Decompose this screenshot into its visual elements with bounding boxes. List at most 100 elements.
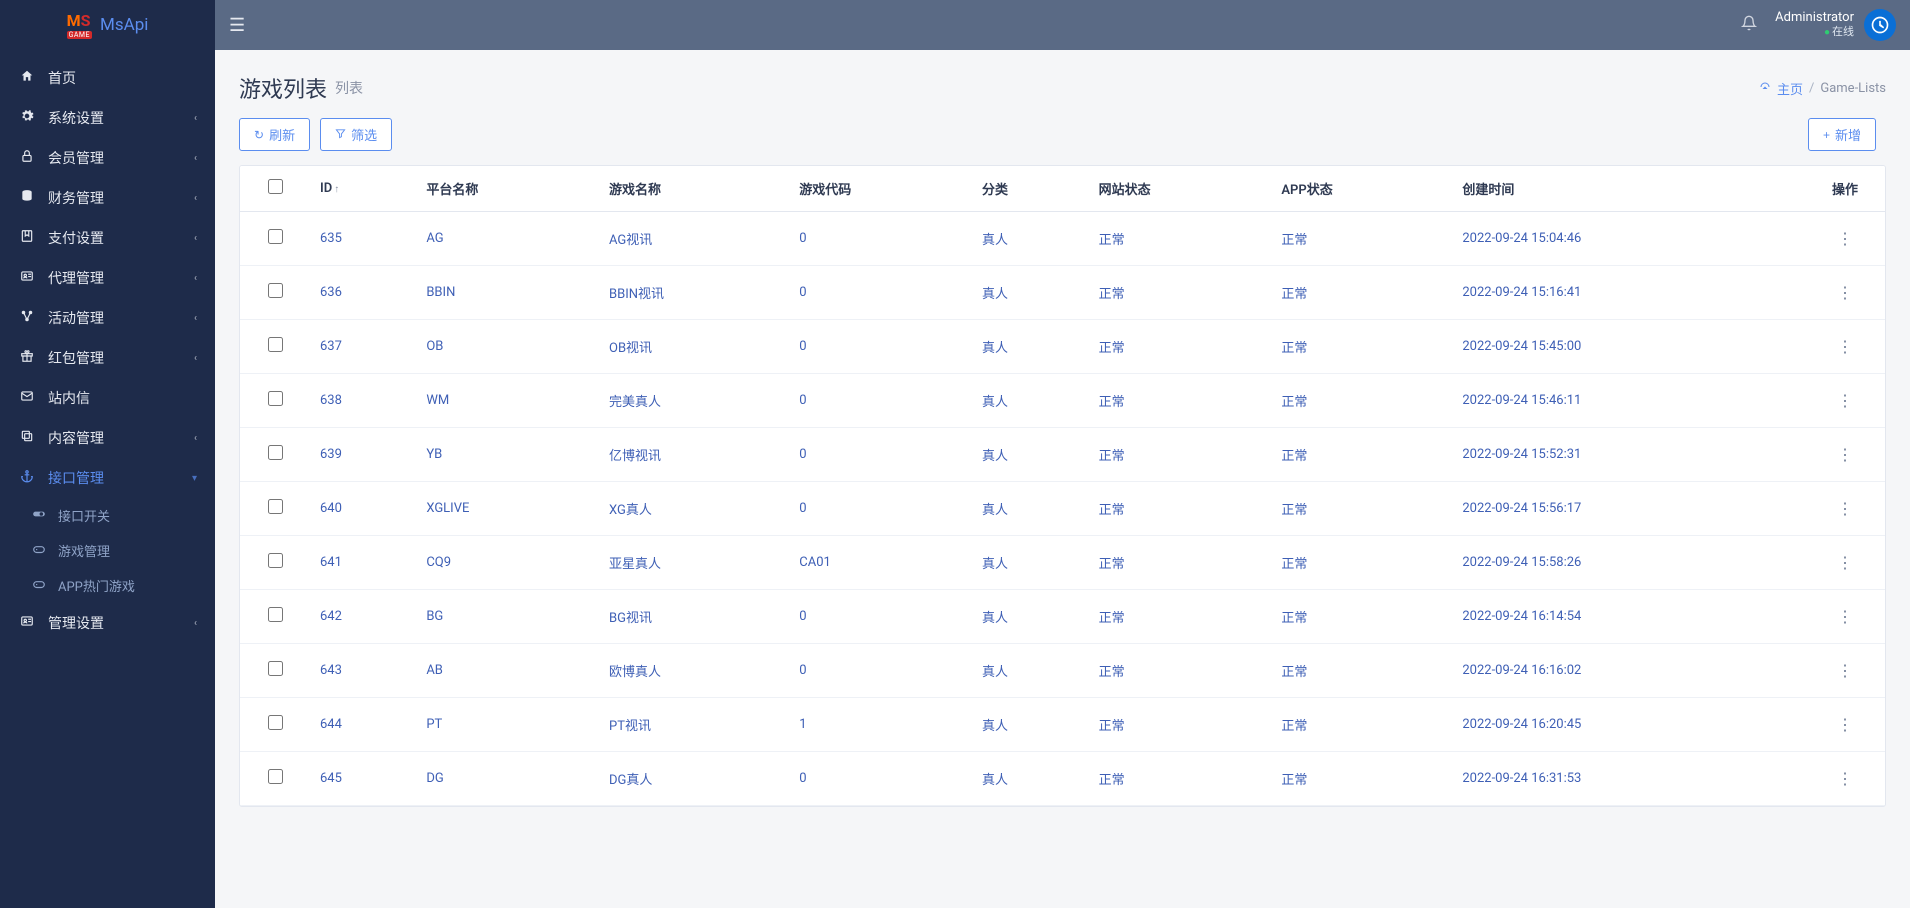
sidebar-item-6[interactable]: 活动管理‹ (0, 298, 215, 338)
col-created[interactable]: 创建时间 (1452, 166, 1805, 212)
row-actions-icon[interactable]: ⋮ (1831, 659, 1859, 682)
cell-platform[interactable]: BG (416, 590, 599, 644)
row-actions-icon[interactable]: ⋮ (1831, 605, 1859, 628)
idcard-icon (18, 269, 36, 287)
breadcrumb-home[interactable]: 主页 (1777, 79, 1803, 98)
cell-platform[interactable]: PT (416, 698, 599, 752)
row-actions-icon[interactable]: ⋮ (1831, 497, 1859, 520)
cell-id[interactable]: 644 (310, 698, 416, 752)
cell-id[interactable]: 640 (310, 482, 416, 536)
cell-game[interactable]: 亿博视讯 (599, 428, 789, 482)
row-actions-icon[interactable]: ⋮ (1831, 281, 1859, 304)
sidebar-item-0[interactable]: 首页 (0, 58, 215, 98)
col-platform[interactable]: 平台名称 (416, 166, 599, 212)
cell-id[interactable]: 643 (310, 644, 416, 698)
cell-id[interactable]: 639 (310, 428, 416, 482)
cell-platform[interactable]: WM (416, 374, 599, 428)
cell-platform[interactable]: BBIN (416, 266, 599, 320)
sidebar-item-7[interactable]: 红包管理‹ (0, 338, 215, 378)
cell-game[interactable]: XG真人 (599, 482, 789, 536)
row-checkbox[interactable] (268, 661, 283, 676)
cell-category: 真人 (972, 374, 1089, 428)
sidebar-item-2[interactable]: 会员管理‹ (0, 138, 215, 178)
sidebar-subitem-2[interactable]: APP热门游戏 (0, 568, 215, 603)
refresh-button[interactable]: ↻ 刷新 (239, 118, 310, 151)
avatar[interactable] (1864, 9, 1896, 41)
chevron-left-icon: ‹ (194, 193, 197, 204)
cell-game[interactable]: 完美真人 (599, 374, 789, 428)
row-checkbox[interactable] (268, 607, 283, 622)
row-checkbox[interactable] (268, 553, 283, 568)
row-actions-icon[interactable]: ⋮ (1831, 443, 1859, 466)
col-appstatus[interactable]: APP状态 (1271, 166, 1452, 212)
filter-button[interactable]: 筛选 (320, 118, 392, 151)
row-actions-icon[interactable]: ⋮ (1831, 767, 1859, 790)
cell-platform[interactable]: DG (416, 752, 599, 806)
chevron-left-icon: ‹ (194, 153, 197, 164)
row-checkbox[interactable] (268, 229, 283, 244)
cell-id[interactable]: 637 (310, 320, 416, 374)
user-block[interactable]: Administrator ●在线 (1775, 11, 1854, 39)
row-actions-icon[interactable]: ⋮ (1831, 227, 1859, 250)
cell-platform[interactable]: CQ9 (416, 536, 599, 590)
cell-platform[interactable]: XGLIVE (416, 482, 599, 536)
row-actions-icon[interactable]: ⋮ (1831, 389, 1859, 412)
row-checkbox[interactable] (268, 715, 283, 730)
row-checkbox[interactable] (268, 445, 283, 460)
sidebar-item-4[interactable]: 支付设置‹ (0, 218, 215, 258)
col-category[interactable]: 分类 (972, 166, 1089, 212)
cell-game[interactable]: AG视讯 (599, 212, 789, 266)
sidebar-item-5[interactable]: 代理管理‹ (0, 258, 215, 298)
cell-category: 真人 (972, 428, 1089, 482)
cell-game[interactable]: BBIN视讯 (599, 266, 789, 320)
sidebar-subitem-0[interactable]: 接口开关 (0, 498, 215, 533)
sidebar-item-1[interactable]: 系统设置‹ (0, 98, 215, 138)
sidebar-item-11[interactable]: 管理设置‹ (0, 603, 215, 643)
sidebar-subitem-1[interactable]: 游戏管理 (0, 533, 215, 568)
row-checkbox[interactable] (268, 499, 283, 514)
cell-platform[interactable]: OB (416, 320, 599, 374)
row-actions-icon[interactable]: ⋮ (1831, 551, 1859, 574)
col-webstatus[interactable]: 网站状态 (1089, 166, 1272, 212)
cell-webstatus: 正常 (1089, 266, 1272, 320)
cell-id[interactable]: 635 (310, 212, 416, 266)
select-all-checkbox[interactable] (268, 179, 283, 194)
row-actions-icon[interactable]: ⋮ (1831, 335, 1859, 358)
cell-code: 0 (789, 212, 972, 266)
menu-toggle-icon[interactable]: ☰ (229, 15, 245, 36)
col-game[interactable]: 游戏名称 (599, 166, 789, 212)
row-actions-icon[interactable]: ⋮ (1831, 713, 1859, 736)
row-checkbox[interactable] (268, 769, 283, 784)
cell-appstatus: 正常 (1271, 536, 1452, 590)
sidebar-item-10[interactable]: 接口管理▾ (0, 458, 215, 498)
chevron-left-icon: ‹ (194, 233, 197, 244)
cell-platform[interactable]: YB (416, 428, 599, 482)
sidebar-item-label: 管理设置 (48, 613, 104, 633)
row-checkbox[interactable] (268, 391, 283, 406)
cell-platform[interactable]: AG (416, 212, 599, 266)
row-checkbox[interactable] (268, 283, 283, 298)
cell-id[interactable]: 645 (310, 752, 416, 806)
sidebar-item-3[interactable]: 财务管理 ‹ (0, 178, 215, 218)
cell-game[interactable]: 欧博真人 (599, 644, 789, 698)
sidebar-item-label: 财务管理 (48, 188, 104, 208)
cell-created: 2022-09-24 16:14:54 (1452, 590, 1805, 644)
cell-id[interactable]: 641 (310, 536, 416, 590)
cell-game[interactable]: PT视讯 (599, 698, 789, 752)
cell-game[interactable]: BG视讯 (599, 590, 789, 644)
add-button[interactable]: + 新增 (1808, 118, 1876, 151)
col-id[interactable]: ID↑ (310, 166, 416, 212)
cell-id[interactable]: 636 (310, 266, 416, 320)
sidebar-item-9[interactable]: 内容管理‹ (0, 418, 215, 458)
cell-game[interactable]: DG真人 (599, 752, 789, 806)
brand[interactable]: MS GAME MsApi (0, 0, 215, 50)
col-code[interactable]: 游戏代码 (789, 166, 972, 212)
cell-game[interactable]: 亚星真人 (599, 536, 789, 590)
cell-id[interactable]: 638 (310, 374, 416, 428)
row-checkbox[interactable] (268, 337, 283, 352)
notification-icon[interactable] (1741, 15, 1757, 35)
cell-game[interactable]: OB视讯 (599, 320, 789, 374)
sidebar-item-8[interactable]: 站内信 (0, 378, 215, 418)
cell-platform[interactable]: AB (416, 644, 599, 698)
cell-id[interactable]: 642 (310, 590, 416, 644)
